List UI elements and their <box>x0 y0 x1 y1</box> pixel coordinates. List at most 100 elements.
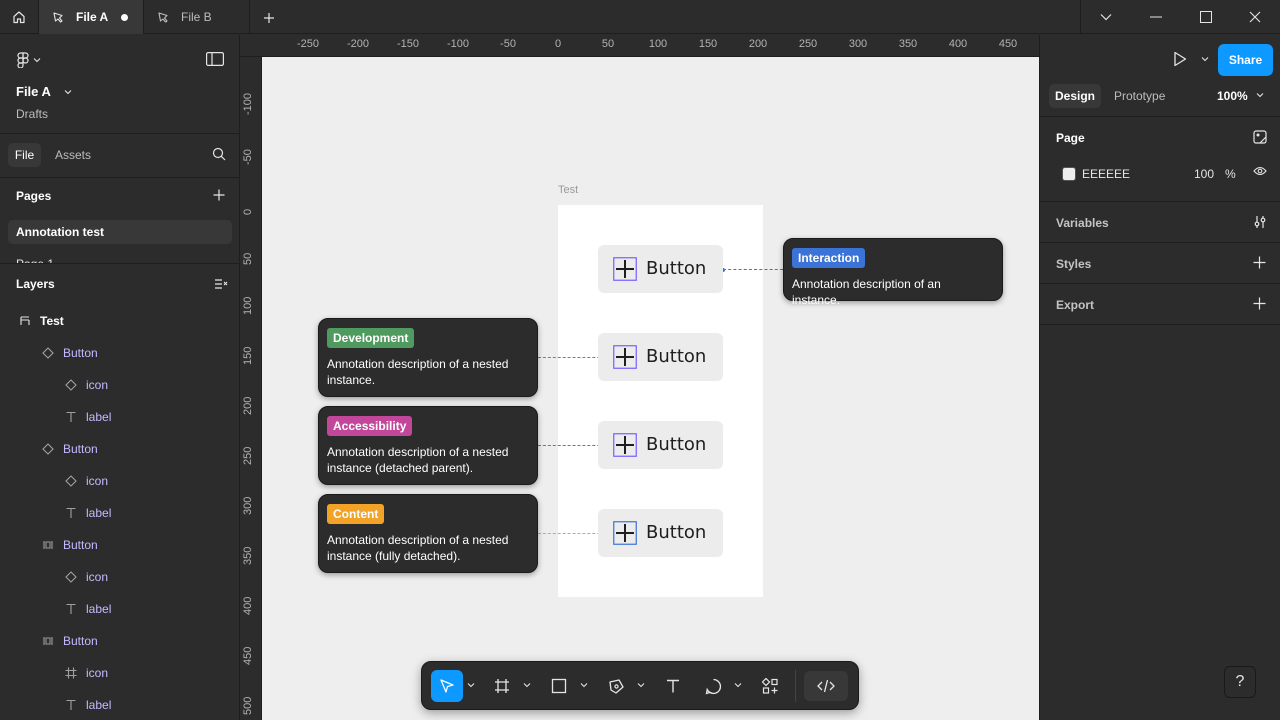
button-instance[interactable]: Button <box>598 509 723 557</box>
tab-prototype[interactable]: Prototype <box>1114 89 1165 103</box>
pages-heading: Pages <box>16 189 52 203</box>
layer-row-label[interactable]: label <box>0 496 239 528</box>
pen-tool[interactable] <box>602 672 630 700</box>
close-window-button[interactable] <box>1230 0 1280 34</box>
button-label[interactable]: Button <box>646 522 706 543</box>
annotation-description: Annotation description of a nested insta… <box>327 533 509 563</box>
tab-assets[interactable]: Assets <box>55 148 91 162</box>
minimize-button[interactable] <box>1131 0 1181 34</box>
chevron-down-icon[interactable] <box>523 682 531 688</box>
toggle-sidebar-button[interactable] <box>206 52 224 66</box>
auto-layout-icon <box>43 637 53 645</box>
layer-row-icon[interactable]: icon <box>0 368 239 400</box>
layer-row-label[interactable]: label <box>0 592 239 624</box>
toggle-visibility-button[interactable] <box>1253 166 1267 176</box>
color-hex-value[interactable]: EEEEEE <box>1082 167 1130 181</box>
present-button[interactable] <box>1173 51 1187 67</box>
add-export-button[interactable] <box>1253 297 1266 310</box>
actions-tool[interactable] <box>756 672 784 700</box>
plus-box-icon[interactable] <box>613 521 637 545</box>
color-swatch[interactable] <box>1062 167 1076 181</box>
text-tool[interactable] <box>659 672 687 700</box>
file-tab-a[interactable]: File A <box>38 0 144 34</box>
ruler-tick-label: 300 <box>242 496 254 515</box>
layer-row-button[interactable]: Button <box>0 624 239 656</box>
chevron-down-icon[interactable] <box>1201 56 1209 62</box>
ruler-tick-label: 0 <box>242 208 254 215</box>
page-settings-button[interactable] <box>1253 130 1267 144</box>
page-item-annotation-test[interactable]: Annotation test <box>8 220 232 244</box>
chevron-down-icon <box>1100 14 1112 21</box>
chevron-down-icon[interactable] <box>734 682 742 688</box>
page-background-color[interactable]: EEEEEE 100 % <box>1056 162 1241 186</box>
share-button[interactable]: Share <box>1218 44 1273 76</box>
zoom-level[interactable]: 100% <box>1217 89 1248 103</box>
layer-row-button[interactable]: Button <box>0 336 239 368</box>
button-label[interactable]: Button <box>646 346 706 367</box>
canvas[interactable]: Test Button Button Button Button Interactio… <box>262 57 1039 720</box>
plus-box-icon[interactable] <box>613 433 637 457</box>
annotation-accessibility[interactable]: Accessibility Annotation description of a… <box>318 406 538 485</box>
chevron-down-icon[interactable] <box>637 682 645 688</box>
file-name[interactable]: File A <box>16 84 51 99</box>
add-page-button[interactable] <box>213 189 225 201</box>
pen-icon <box>608 678 624 694</box>
layer-row-label[interactable]: label <box>0 688 239 720</box>
layer-row-icon[interactable]: icon <box>0 464 239 496</box>
layer-row-icon[interactable]: icon <box>0 560 239 592</box>
opacity-value[interactable]: 100 <box>1194 167 1214 181</box>
add-style-button[interactable] <box>1253 256 1266 269</box>
frame-tool[interactable] <box>488 672 516 700</box>
move-tool[interactable] <box>431 670 463 702</box>
comment-tool[interactable] <box>699 672 727 700</box>
layer-row-icon[interactable]: icon <box>0 656 239 688</box>
tabs-dropdown-button[interactable] <box>1081 0 1131 34</box>
layer-row-button[interactable]: Button <box>0 432 239 464</box>
button-instance[interactable]: Button <box>598 421 723 469</box>
ruler-tick-label: 350 <box>242 546 254 565</box>
title-bar: File A File B <box>0 0 1280 34</box>
collapse-layers-button[interactable] <box>214 278 228 290</box>
tab-design[interactable]: Design <box>1049 84 1101 108</box>
export-heading: Export <box>1056 298 1095 312</box>
layers-heading: Layers <box>16 277 55 291</box>
chevron-down-icon[interactable] <box>64 89 72 95</box>
layer-label: label <box>86 506 112 520</box>
button-instance[interactable]: Button <box>598 245 723 293</box>
plus-box-icon[interactable] <box>613 345 637 369</box>
annotation-content[interactable]: Content Annotation description of a neste… <box>318 494 538 573</box>
file-location[interactable]: Drafts <box>16 107 48 121</box>
variables-settings-button[interactable] <box>1253 215 1267 229</box>
search-layers-button[interactable] <box>212 147 226 161</box>
annotation-development[interactable]: Development Annotation description of a n… <box>318 318 538 397</box>
chevron-down-icon[interactable] <box>467 682 475 688</box>
help-button[interactable]: ? <box>1224 666 1256 698</box>
button-label[interactable]: Button <box>646 258 706 279</box>
layer-row-label[interactable]: label <box>0 400 239 432</box>
file-tab-b[interactable]: File B <box>144 0 250 34</box>
annotation-interaction[interactable]: Interaction Annotation description of an … <box>783 238 1003 307</box>
tab-file[interactable]: File <box>8 143 41 167</box>
new-tab-button[interactable] <box>259 8 279 28</box>
layer-row-test[interactable]: Test <box>0 304 239 336</box>
sidebar-icon <box>206 52 224 66</box>
frame-label[interactable]: Test <box>558 184 578 196</box>
dev-mode-toggle[interactable] <box>804 671 848 701</box>
button-label[interactable]: Button <box>646 434 706 455</box>
button-instance[interactable]: Button <box>598 333 723 381</box>
plus-box-icon[interactable] <box>613 257 637 281</box>
layer-label: label <box>86 410 112 424</box>
home-button[interactable] <box>0 0 38 34</box>
layer-row-button[interactable]: Button <box>0 528 239 560</box>
ruler-tick-label: -100 <box>242 92 254 115</box>
ruler-tick-label: 100 <box>648 38 668 50</box>
divider <box>1040 201 1280 202</box>
frame-icon <box>20 316 30 325</box>
chevron-down-icon[interactable] <box>1256 92 1264 98</box>
chevron-down-icon[interactable] <box>580 682 588 688</box>
shape-tool[interactable] <box>545 672 573 700</box>
maximize-button[interactable] <box>1181 0 1231 34</box>
text-layer-icon <box>66 699 76 710</box>
divider <box>1040 242 1280 243</box>
main-menu-button[interactable] <box>17 52 41 68</box>
